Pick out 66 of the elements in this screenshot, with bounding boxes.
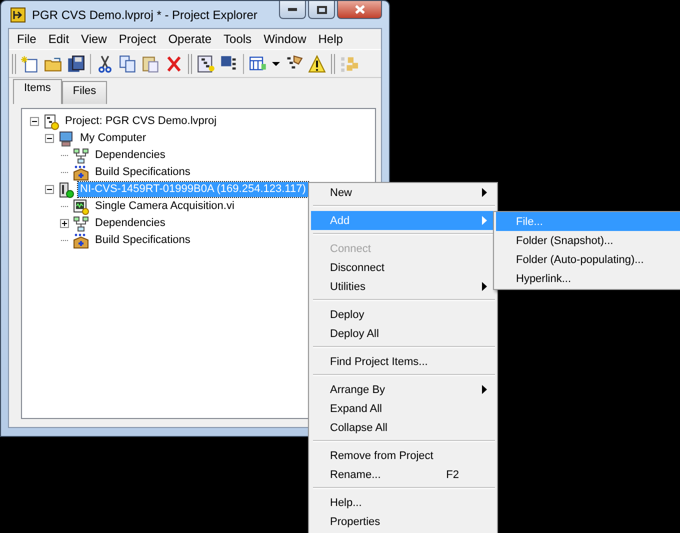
save-all-icon xyxy=(67,54,85,72)
menu-item[interactable]: Hyperlink... xyxy=(496,269,680,288)
target-device-icon xyxy=(58,182,74,198)
menu-item[interactable]: Collapse All xyxy=(311,418,495,437)
restore-icon xyxy=(316,6,326,14)
menu-item[interactable]: Rename... F2 xyxy=(311,465,495,484)
copy-icon xyxy=(119,54,137,72)
minimize-icon xyxy=(288,8,297,11)
paste-icon xyxy=(142,54,160,72)
project-icon xyxy=(43,114,59,130)
menu-item[interactable]: Help xyxy=(312,30,349,48)
menu-item[interactable]: Window xyxy=(258,30,312,48)
menu-item[interactable]: Tools xyxy=(218,30,258,48)
menu-item[interactable]: Properties xyxy=(311,512,495,531)
minimize-button[interactable] xyxy=(279,1,306,19)
packages-icon xyxy=(340,54,358,72)
menu-item[interactable]: Folder (Snapshot)... xyxy=(496,231,680,250)
new-file-icon xyxy=(21,54,39,72)
close-button[interactable] xyxy=(337,1,382,19)
vi-icon xyxy=(73,198,89,214)
menu-item[interactable]: Expand All xyxy=(311,399,495,418)
menu-item[interactable]: Folder (Auto-populating)... xyxy=(496,250,680,269)
computer-icon xyxy=(58,130,74,146)
cut-icon xyxy=(96,54,114,72)
delete-icon xyxy=(165,54,183,72)
menu-item[interactable]: Deploy All xyxy=(311,324,495,343)
tab[interactable]: Files xyxy=(62,81,108,104)
menu-item[interactable]: Project xyxy=(112,30,162,48)
collapse-toggle[interactable] xyxy=(30,117,39,126)
tree-item[interactable]: Single Camera Acquisition.vi xyxy=(93,199,236,214)
box-icon xyxy=(73,232,89,248)
menu-item[interactable]: File xyxy=(11,30,42,48)
collapse-toggle[interactable] xyxy=(45,185,54,194)
menu-item[interactable]: Arrange By xyxy=(311,380,495,399)
menu-item[interactable]: Disconnect xyxy=(311,258,495,277)
tree-item[interactable]: Dependencies xyxy=(93,216,168,231)
dropdown-caret-icon xyxy=(272,62,280,66)
app-icon xyxy=(10,6,26,22)
restore-button[interactable] xyxy=(308,1,335,19)
menu-item[interactable]: Help... xyxy=(311,493,495,512)
expand-toggle[interactable] xyxy=(60,219,69,228)
dependencies-icon xyxy=(73,216,89,232)
menu-item[interactable]: Find Project Items... xyxy=(311,352,495,371)
save-tree-icon xyxy=(220,54,238,72)
tree-item[interactable]: Build Specifications xyxy=(93,165,192,180)
menu-item[interactable]: Edit xyxy=(42,30,76,48)
menu-item[interactable]: Operate xyxy=(162,30,218,48)
tree-item[interactable]: Dependencies xyxy=(93,148,168,163)
grid-icon xyxy=(249,54,267,72)
tree-item[interactable]: Build Specifications xyxy=(93,233,192,248)
tree-item[interactable]: My Computer xyxy=(78,131,148,146)
warning-icon xyxy=(308,54,326,72)
menu-item[interactable]: Remove from Project xyxy=(311,446,495,465)
shortcut-label: F2 xyxy=(446,468,459,480)
tree-item[interactable]: Project: PGR CVS Demo.lvproj xyxy=(63,114,219,129)
dependencies-icon xyxy=(73,148,89,164)
close-icon xyxy=(354,5,364,14)
collapse-toggle[interactable] xyxy=(45,134,54,143)
menu-item[interactable]: Utilities xyxy=(311,277,495,296)
window-title: PGR CVS Demo.lvproj * - Project Explorer xyxy=(32,8,258,22)
menu-item[interactable]: New xyxy=(311,183,495,202)
box-icon xyxy=(73,164,89,180)
tab[interactable]: Items xyxy=(13,79,62,104)
menu-item[interactable]: View xyxy=(75,30,113,48)
project-tree-icon xyxy=(197,54,215,72)
menu-item[interactable]: Deploy xyxy=(311,305,495,324)
